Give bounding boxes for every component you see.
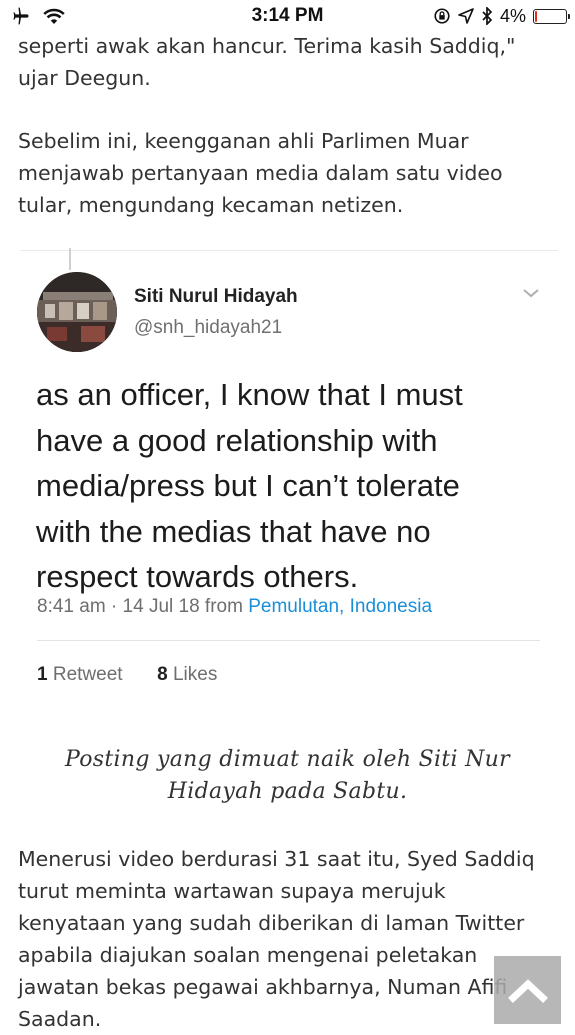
- back-to-top-button[interactable]: [494, 956, 561, 1024]
- embedded-tweet[interactable]: Siti Nurul Hidayah @snh_hidayah21 as an …: [20, 248, 558, 703]
- likes-stat[interactable]: 8 Likes: [157, 664, 217, 685]
- tweet-divider: [37, 640, 540, 641]
- chevron-up-icon: [507, 979, 548, 1003]
- article-paragraph-top: seperti awak akan hancur. Terima kasih S…: [18, 34, 516, 90]
- retweet-count: 1: [37, 664, 48, 685]
- article-paragraph-3: Menerusi video berdurasi 31 saat itu, Sy…: [18, 847, 535, 1031]
- tweet-meta: 8:41 am · 14 Jul 18 from Pemulutan, Indo…: [37, 596, 432, 618]
- bluetooth-icon: [482, 7, 493, 25]
- avatar[interactable]: [37, 272, 117, 352]
- battery-level: [535, 10, 537, 22]
- tweet-stats: 1 Retweet 8 Likes: [37, 664, 217, 686]
- tweet-edge-mark: [69, 248, 71, 270]
- tweet-text: as an officer, I know that I must have a…: [36, 377, 463, 594]
- avatar-image: [37, 272, 117, 352]
- wifi-icon: [43, 8, 65, 24]
- tweet-timestamp[interactable]: 8:41 am · 14 Jul 18 from: [37, 596, 248, 617]
- chevron-down-icon[interactable]: [520, 286, 542, 300]
- likes-count: 8: [157, 664, 168, 685]
- tweet-top-border: [20, 250, 558, 251]
- likes-label: Likes: [167, 664, 218, 685]
- tweet-caption: Posting yang dimuat naik oleh Siti Nur H…: [65, 747, 510, 804]
- status-left: [0, 6, 66, 26]
- tweet-location-link[interactable]: Pemulutan, Indonesia: [248, 596, 432, 617]
- article-paragraph-2: Sebelim ini, keengganan ahli Parlimen Mu…: [18, 129, 503, 217]
- airplane-icon: [13, 7, 29, 25]
- location-icon: [458, 8, 474, 24]
- status-right: 4%: [433, 6, 575, 27]
- tweet-author-name[interactable]: Siti Nurul Hidayah: [134, 286, 298, 308]
- orientation-lock-icon: [434, 8, 450, 24]
- battery-percent: 4%: [499, 5, 526, 26]
- retweet-stat[interactable]: 1 Retweet: [37, 664, 123, 685]
- status-bar: 3:14 PM 4%: [0, 0, 575, 32]
- battery-icon: [533, 8, 570, 24]
- retweet-label: Retweet: [47, 664, 123, 685]
- tweet-author-handle[interactable]: @snh_hidayah21: [134, 317, 282, 339]
